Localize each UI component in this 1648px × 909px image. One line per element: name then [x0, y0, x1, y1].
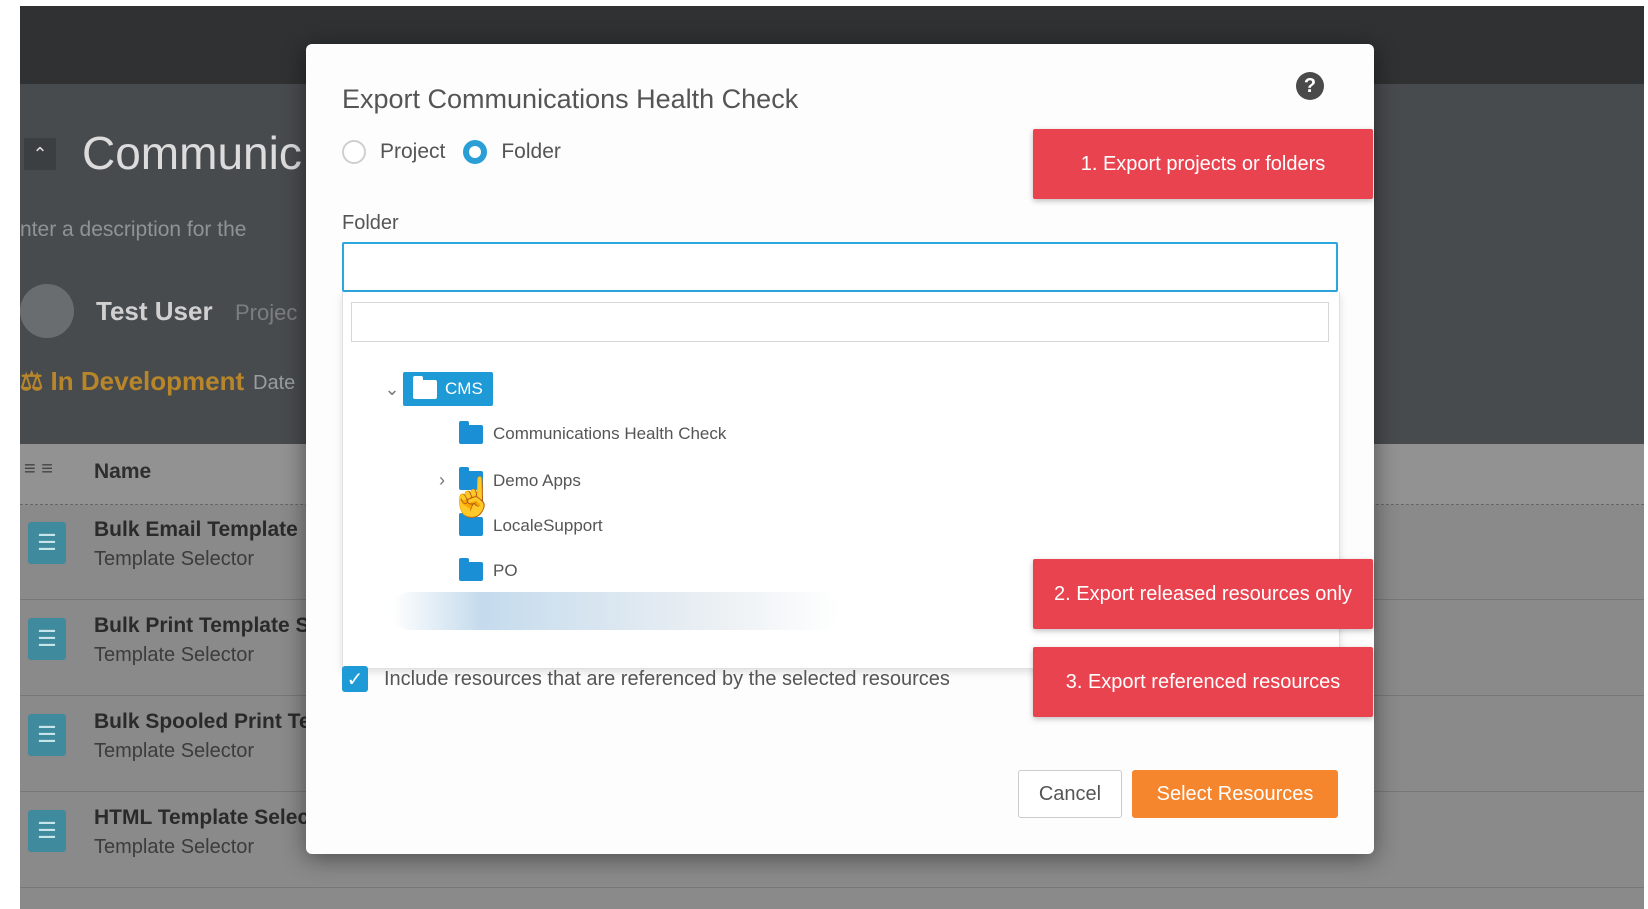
help-icon[interactable]: ?	[1296, 72, 1324, 100]
include-referenced-checkbox[interactable]: ✓	[342, 666, 368, 692]
include-referenced-label[interactable]: Include resources that are referenced by…	[384, 668, 950, 691]
project-description[interactable]: nter a description for the	[20, 218, 246, 242]
project-title: Communic	[82, 127, 302, 179]
callout-1: 1. Export projects or folders	[1033, 129, 1373, 199]
column-header-name[interactable]: Name	[94, 460, 151, 484]
template-icon: ☰	[28, 810, 66, 852]
status-date-label: Date	[253, 372, 296, 394]
row-subtitle: Template Selector	[94, 836, 255, 858]
tree-node-label: Communications Health Check	[493, 424, 727, 443]
tree-node-label: LocaleSupport	[493, 516, 603, 535]
tree-node[interactable]: PO	[459, 557, 518, 581]
list-view-icon[interactable]: ≡ ≡	[24, 458, 53, 481]
chevron-down-icon[interactable]: ⌄	[381, 379, 403, 400]
folder-search-input[interactable]	[351, 302, 1329, 342]
tree-node-cms[interactable]: ⌄ CMS	[381, 372, 493, 406]
project-radio-label[interactable]: Project	[380, 140, 445, 164]
folder-field-label: Folder	[342, 212, 399, 234]
cancel-button[interactable]: Cancel	[1018, 770, 1122, 818]
row-subtitle: Template Selector	[94, 740, 255, 762]
scroll-blur	[391, 592, 841, 630]
hand-cursor-icon: ☝	[449, 477, 497, 519]
row-subtitle: Template Selector	[94, 548, 255, 570]
folder-icon	[459, 420, 483, 444]
row-title[interactable]: HTML Template Selec	[94, 806, 309, 830]
user-name: Test User	[96, 296, 213, 326]
dialog-title: Export Communications Health Check	[342, 84, 799, 114]
avatar	[20, 284, 74, 338]
tree-node-label: Demo Apps	[493, 470, 581, 490]
folder-radio-label[interactable]: Folder	[501, 140, 561, 164]
template-icon: ☰	[28, 618, 66, 660]
status-badge: ⚖ In Development	[20, 366, 245, 396]
folder-radio[interactable]	[463, 140, 488, 164]
callout-2: 2. Export released resources only	[1033, 559, 1373, 629]
project-radio[interactable]	[342, 140, 366, 164]
folder-icon	[413, 375, 437, 399]
tree-node[interactable]: Communications Health Check	[459, 420, 727, 444]
tree-node-label: PO	[493, 561, 518, 580]
template-icon: ☰	[28, 714, 66, 756]
include-referenced-row[interactable]: ✓ Include resources that are referenced …	[342, 666, 950, 692]
user-role: Projec	[235, 300, 298, 325]
row-title[interactable]: Bulk Email Template	[94, 518, 298, 542]
row-title[interactable]: Bulk Spooled Print Te	[94, 710, 311, 734]
folder-select-input[interactable]	[342, 242, 1338, 292]
row-title[interactable]: Bulk Print Template S	[94, 614, 310, 638]
tree-node-selected[interactable]: CMS	[403, 372, 493, 406]
template-icon: ☰	[28, 522, 66, 564]
collapse-chevron-icon[interactable]: ⌃	[24, 138, 56, 170]
status-text: In Development	[50, 366, 245, 396]
export-type-group: Project Folder	[342, 140, 579, 164]
row-subtitle: Template Selector	[94, 644, 255, 666]
tree-node-label: CMS	[445, 379, 483, 398]
folder-icon	[459, 557, 483, 581]
select-resources-button[interactable]: Select Resources	[1132, 770, 1338, 818]
callout-3: 3. Export referenced resources	[1033, 647, 1373, 717]
